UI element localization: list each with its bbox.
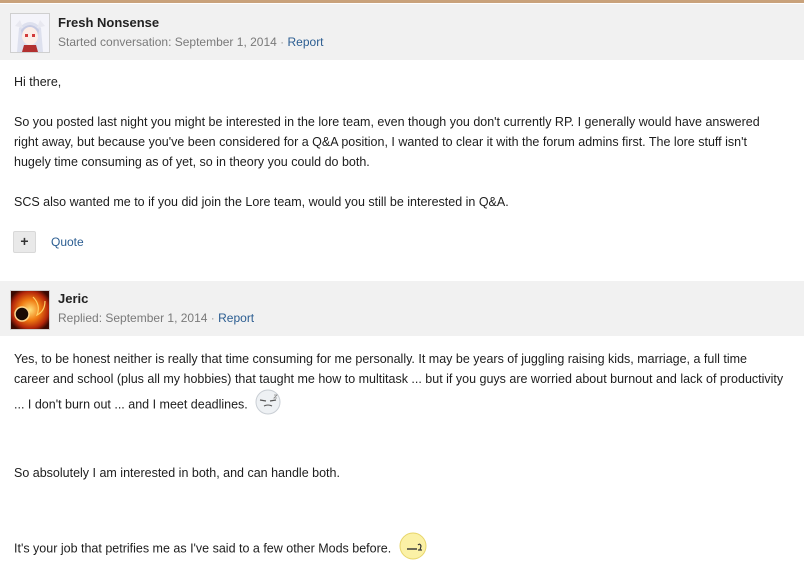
message-meta: Started conversation: September 1, 2014 … xyxy=(58,35,324,49)
avatar[interactable] xyxy=(10,290,50,330)
paragraph-text: Yes, to be honest neither is really that… xyxy=(14,352,784,412)
started-date: Started conversation: September 1, 2014 xyxy=(58,35,277,49)
message-paragraph: Hi there, xyxy=(14,75,62,89)
expand-button[interactable]: + xyxy=(13,231,36,253)
message-paragraph: It's your job that petrifies me as I've … xyxy=(14,532,784,566)
avatar[interactable] xyxy=(10,13,50,53)
sleepy-face-emoji-icon xyxy=(254,389,282,421)
quote-link[interactable]: Quote xyxy=(51,235,84,249)
message-paragraph: Yes, to be honest neither is really that… xyxy=(14,349,784,421)
report-link[interactable]: Report xyxy=(288,35,324,49)
message-body: Yes, to be honest neither is really that… xyxy=(14,349,784,421)
paragraph-text: It's your job that petrifies me as I've … xyxy=(14,541,392,556)
message-body: Hi there, xyxy=(14,72,784,92)
username[interactable]: Jeric xyxy=(58,291,88,306)
replied-date: Replied: September 1, 2014 xyxy=(58,311,208,325)
worried-face-emoji-icon xyxy=(398,532,428,566)
message-body: It's your job that petrifies me as I've … xyxy=(14,532,784,566)
message-body: SCS also wanted me to if you did join th… xyxy=(14,192,784,212)
meta-separator: · xyxy=(280,35,285,49)
message-paragraph: SCS also wanted me to if you did join th… xyxy=(14,195,509,209)
message-header: Fresh Nonsense Started conversation: Sep… xyxy=(0,4,804,60)
meta-separator: · xyxy=(210,311,215,325)
message-header: Jeric Replied: September 1, 2014 · Repor… xyxy=(0,281,804,336)
report-link[interactable]: Report xyxy=(218,311,254,325)
message-body: So you posted last night you might be in… xyxy=(14,112,784,172)
top-border xyxy=(0,0,804,3)
message-meta: Replied: September 1, 2014 · Report xyxy=(58,311,254,325)
username[interactable]: Fresh Nonsense xyxy=(58,15,159,30)
message-paragraph: So absolutely I am interested in both, a… xyxy=(14,466,340,480)
message-body: So absolutely I am interested in both, a… xyxy=(14,463,784,483)
message-paragraph: So you posted last night you might be in… xyxy=(14,115,760,169)
